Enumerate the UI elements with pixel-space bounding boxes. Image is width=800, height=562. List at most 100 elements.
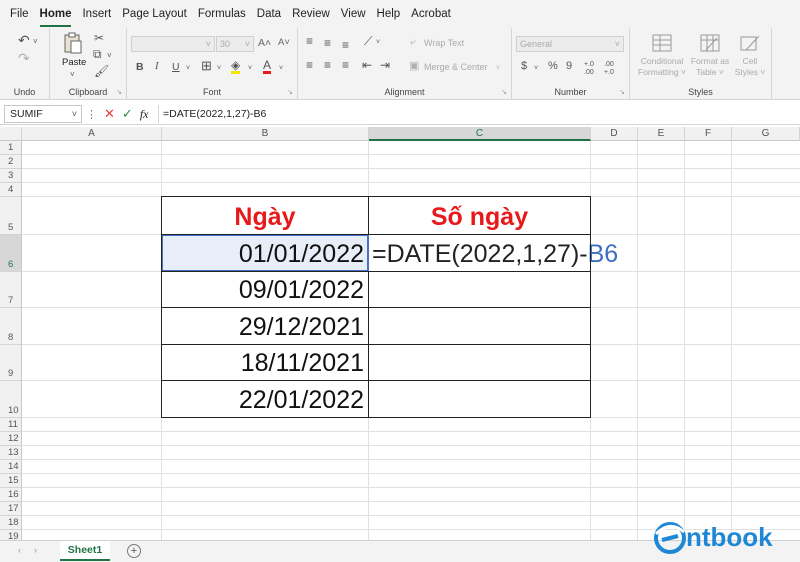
- column-header-f[interactable]: F: [685, 127, 732, 141]
- formula-input[interactable]: =DATE(2022,1,27)-B6: [158, 105, 796, 123]
- align-center-icon[interactable]: ≡: [324, 59, 331, 71]
- column-header-b[interactable]: B: [162, 127, 369, 141]
- row-header-4[interactable]: 4: [0, 183, 22, 197]
- comma-button[interactable]: 9: [566, 60, 572, 72]
- paste-dropdown-icon[interactable]: ˅: [70, 69, 75, 81]
- row-header-5[interactable]: 5: [0, 197, 22, 235]
- row-header-15[interactable]: 15: [0, 474, 22, 488]
- cell-styles-icon[interactable]: [740, 34, 760, 52]
- copy-icon[interactable]: ⧉: [93, 48, 102, 60]
- date-cell-b6[interactable]: 01/01/2022: [162, 235, 368, 271]
- date-cell-b8[interactable]: 29/12/2021: [162, 308, 368, 344]
- grow-font-icon[interactable]: A˄: [258, 37, 271, 49]
- add-sheet-icon[interactable]: +: [127, 544, 141, 558]
- header-cell-ngay[interactable]: Ngày: [162, 197, 368, 234]
- insert-function-icon[interactable]: fx: [140, 107, 149, 122]
- wrap-text-icon[interactable]: ⤶: [410, 37, 416, 49]
- more-options-icon[interactable]: ⋮: [86, 108, 97, 121]
- menu-insert[interactable]: Insert: [82, 6, 111, 22]
- increase-decimal-button[interactable]: +.0 .00: [584, 61, 598, 77]
- sheet-tab-sheet1[interactable]: Sheet1: [60, 541, 110, 561]
- select-all-corner[interactable]: [0, 127, 22, 141]
- bottom-align-icon[interactable]: ≡: [342, 39, 349, 51]
- column-header-a[interactable]: A: [22, 127, 162, 141]
- orientation-icon[interactable]: ⟋: [364, 35, 372, 47]
- menu-home[interactable]: Home: [39, 6, 71, 27]
- bold-button[interactable]: B: [136, 61, 144, 73]
- row-header-6[interactable]: 6: [0, 235, 22, 272]
- row-header-10[interactable]: 10: [0, 381, 22, 418]
- align-left-icon[interactable]: ≡: [306, 59, 313, 71]
- decrease-decimal-button[interactable]: .00 +.0: [604, 61, 618, 77]
- row-header-12[interactable]: 12: [0, 432, 22, 446]
- cut-icon[interactable]: ✂: [94, 32, 104, 44]
- row-header-19[interactable]: 19: [0, 530, 22, 540]
- cancel-icon[interactable]: ✕: [104, 106, 115, 122]
- date-cell-b9[interactable]: 18/11/2021: [162, 345, 368, 380]
- menu-view[interactable]: View: [341, 6, 366, 22]
- percent-button[interactable]: %: [548, 60, 558, 72]
- menu-page-layout[interactable]: Page Layout: [122, 6, 187, 22]
- row-header-9[interactable]: 9: [0, 345, 22, 381]
- row-header-17[interactable]: 17: [0, 502, 22, 516]
- copy-dropdown-icon[interactable]: ˅: [107, 50, 112, 62]
- paste-label[interactable]: Paste: [62, 57, 86, 68]
- row-header-1[interactable]: 1: [0, 141, 22, 155]
- row-header-14[interactable]: 14: [0, 460, 22, 474]
- menu-formulas[interactable]: Formulas: [198, 6, 246, 22]
- font-color-dropdown-icon[interactable]: ˅: [279, 63, 283, 75]
- italic-button[interactable]: I: [155, 61, 159, 73]
- column-header-g[interactable]: G: [732, 127, 800, 141]
- number-launcher-icon[interactable]: ↘: [619, 88, 625, 96]
- row-header-2[interactable]: 2: [0, 155, 22, 169]
- name-box[interactable]: SUMIF ˅: [4, 105, 82, 123]
- alignment-launcher-icon[interactable]: ↘: [501, 88, 507, 96]
- font-launcher-icon[interactable]: ↘: [287, 88, 293, 96]
- shrink-font-icon[interactable]: A˅: [278, 37, 290, 49]
- increase-indent-icon[interactable]: ⇥: [380, 59, 390, 71]
- borders-dropdown-icon[interactable]: ˅: [217, 63, 221, 75]
- menu-file[interactable]: File: [10, 6, 29, 22]
- clipboard-launcher-icon[interactable]: ↘: [116, 88, 122, 96]
- conditional-formatting-button[interactable]: Conditional Formatting ˅: [637, 56, 687, 78]
- merge-center-icon[interactable]: ▣: [409, 60, 419, 72]
- enter-icon[interactable]: ✓: [122, 106, 133, 122]
- merge-dropdown-icon[interactable]: ˅: [496, 63, 500, 75]
- paste-icon[interactable]: [63, 32, 83, 54]
- fill-color-dropdown-icon[interactable]: ˅: [248, 63, 252, 75]
- menu-acrobat[interactable]: Acrobat: [411, 6, 451, 22]
- currency-dropdown-icon[interactable]: ˅: [534, 63, 538, 75]
- format-as-table-button[interactable]: Format as Table ˅: [688, 56, 732, 78]
- cell-styles-button[interactable]: Cell Styles ˅: [732, 56, 768, 78]
- currency-button[interactable]: $: [521, 60, 527, 72]
- row-header-18[interactable]: 18: [0, 516, 22, 530]
- orientation-dropdown-icon[interactable]: ˅: [376, 37, 380, 49]
- menu-help[interactable]: Help: [377, 6, 401, 22]
- editing-cell-c6[interactable]: =DATE(2022,1,27)- B6: [372, 235, 621, 271]
- number-format-select[interactable]: General ˅: [516, 36, 624, 52]
- conditional-formatting-icon[interactable]: [652, 34, 672, 52]
- next-sheet-icon[interactable]: ›: [34, 545, 37, 555]
- font-color-icon[interactable]: A: [263, 59, 272, 74]
- font-size-select[interactable]: 30 ˅: [216, 36, 254, 52]
- row-header-7[interactable]: 7: [0, 272, 22, 308]
- row-header-13[interactable]: 13: [0, 446, 22, 460]
- font-name-select[interactable]: ˅: [131, 36, 215, 52]
- header-cell-so-ngay[interactable]: Số ngày: [369, 197, 590, 234]
- format-as-table-icon[interactable]: [700, 34, 720, 52]
- borders-icon[interactable]: ⊞: [201, 59, 212, 72]
- decrease-indent-icon[interactable]: ⇤: [362, 59, 372, 71]
- undo-icon[interactable]: ↶: [18, 33, 30, 47]
- underline-button[interactable]: U: [172, 61, 180, 73]
- merge-center-button[interactable]: Merge & Center: [424, 62, 488, 72]
- row-header-8[interactable]: 8: [0, 308, 22, 345]
- date-cell-b7[interactable]: 09/01/2022: [162, 272, 368, 307]
- column-header-d[interactable]: D: [591, 127, 638, 141]
- row-header-16[interactable]: 16: [0, 488, 22, 502]
- undo-dropdown-icon[interactable]: ˅: [33, 36, 38, 48]
- menu-review[interactable]: Review: [292, 6, 330, 22]
- middle-align-icon[interactable]: ≡: [324, 37, 331, 49]
- row-header-11[interactable]: 11: [0, 418, 22, 432]
- row-header-3[interactable]: 3: [0, 169, 22, 183]
- column-header-c[interactable]: C: [369, 127, 591, 141]
